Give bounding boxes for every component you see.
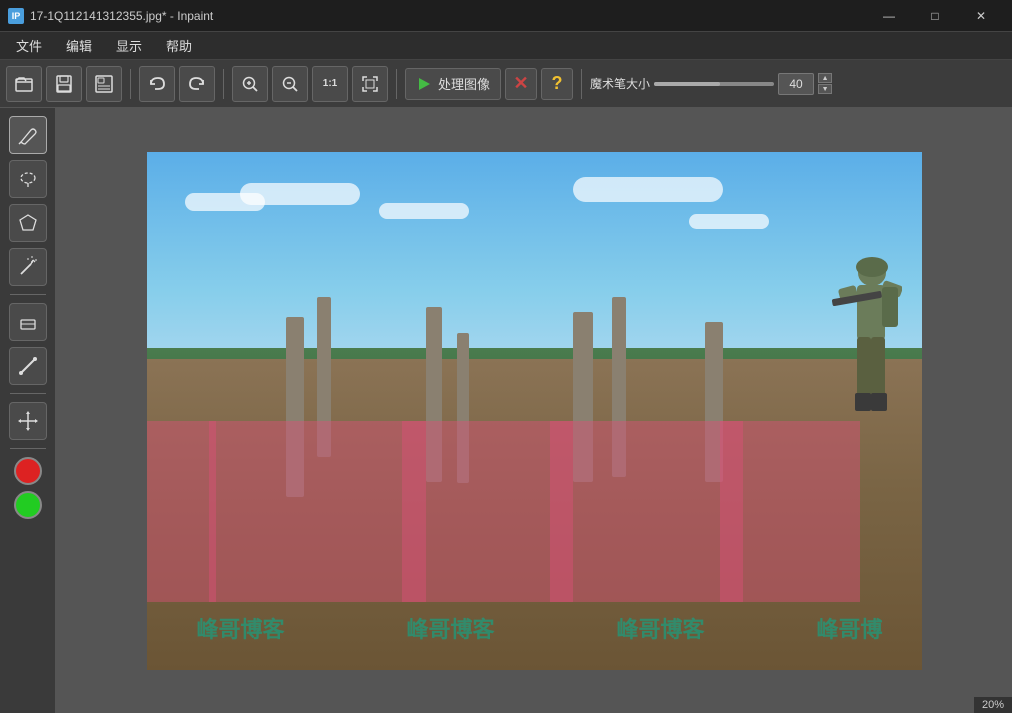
tool-sep-3 [10, 448, 46, 449]
canvas-image[interactable]: 峰哥博客 Zzzzzz.Me 峰哥博客 Zzzzzz.Me 峰哥博客 Zzzzz… [147, 152, 922, 670]
separator-1 [130, 69, 131, 99]
minimize-button[interactable]: — [866, 0, 912, 32]
brush-slider-fill [654, 82, 720, 86]
cancel-button[interactable]: ✕ [505, 68, 537, 100]
separator-4 [581, 69, 582, 99]
menu-edit[interactable]: 编辑 [54, 32, 104, 59]
cancel-icon: ✕ [513, 73, 528, 94]
window-title: 17-1Q112141312355.jpg* - Inpaint [30, 9, 866, 23]
move-tool[interactable] [9, 402, 47, 440]
open-button[interactable] [6, 66, 42, 102]
separator-2 [223, 69, 224, 99]
color-red[interactable] [14, 457, 42, 485]
canvas-area[interactable]: 峰哥博客 Zzzzzz.Me 峰哥博客 Zzzzzz.Me 峰哥博客 Zzzzz… [56, 108, 1012, 713]
titlebar: IP 17-1Q112141312355.jpg* - Inpaint — □ … [0, 0, 1012, 32]
zoom-100-label: 1:1 [323, 78, 337, 89]
image-container: 峰哥博客 Zzzzzz.Me 峰哥博客 Zzzzzz.Me 峰哥博客 Zzzzz… [147, 152, 922, 670]
cloud-5 [689, 214, 769, 229]
menu-file[interactable]: 文件 [4, 32, 54, 59]
cloud-4 [573, 177, 723, 202]
zoom-level: 20% [982, 699, 1004, 711]
saveas-button[interactable] [86, 66, 122, 102]
magic-wand-tool[interactable] [9, 248, 47, 286]
cloud-2 [240, 183, 360, 205]
brush-size-label: 魔术笔大小 [590, 75, 650, 92]
redo-button[interactable] [179, 66, 215, 102]
menubar: 文件 编辑 显示 帮助 [0, 32, 1012, 60]
brush-decrement[interactable]: ▼ [818, 84, 832, 94]
save-button[interactable] [46, 66, 82, 102]
brush-increment[interactable]: ▲ [818, 73, 832, 83]
inpaint-region-2 [402, 421, 573, 602]
menu-help[interactable]: 帮助 [154, 32, 204, 59]
cloud-3 [379, 203, 469, 219]
help-icon: ? [552, 73, 563, 94]
main-area: 峰哥博客 Zzzzzz.Me 峰哥博客 Zzzzzz.Me 峰哥博客 Zzzzz… [0, 108, 1012, 713]
brush-size-slider[interactable] [654, 82, 774, 86]
menu-view[interactable]: 显示 [104, 32, 154, 59]
zoom-100-button[interactable]: 1:1 [312, 66, 348, 102]
process-button[interactable]: 处理图像 [405, 68, 501, 100]
main-toolbar: 1:1 处理图像 ✕ ? 魔术笔大小 40 ▲ ▼ [0, 60, 1012, 108]
app-icon: IP [8, 8, 24, 24]
eraser-tool[interactable] [9, 303, 47, 341]
zoom-in-button[interactable] [232, 66, 268, 102]
lasso-tool[interactable] [9, 160, 47, 198]
line-tool[interactable] [9, 347, 47, 385]
brush-value[interactable]: 40 [778, 73, 814, 95]
inpaint-region-1 [209, 421, 426, 602]
statusbar: 20% [974, 697, 1012, 713]
tool-sep-2 [10, 393, 46, 394]
process-label: 处理图像 [438, 74, 490, 93]
brush-spinners: ▲ ▼ [818, 73, 832, 94]
tool-sep-1 [10, 294, 46, 295]
soldier-figure [827, 245, 902, 465]
polygon-tool[interactable] [9, 204, 47, 242]
zoom-fit-button[interactable] [352, 66, 388, 102]
inpaint-region-3 [550, 421, 744, 602]
zoom-out-button[interactable] [272, 66, 308, 102]
undo-button[interactable] [139, 66, 175, 102]
close-button[interactable]: ✕ [958, 0, 1004, 32]
color-green[interactable] [14, 491, 42, 519]
maximize-button[interactable]: □ [912, 0, 958, 32]
inpaint-region-5 [147, 421, 217, 602]
brush-tool[interactable] [9, 116, 47, 154]
left-toolbar [0, 108, 56, 713]
window-controls: — □ ✕ [866, 0, 1004, 32]
separator-3 [396, 69, 397, 99]
help-button[interactable]: ? [541, 68, 573, 100]
